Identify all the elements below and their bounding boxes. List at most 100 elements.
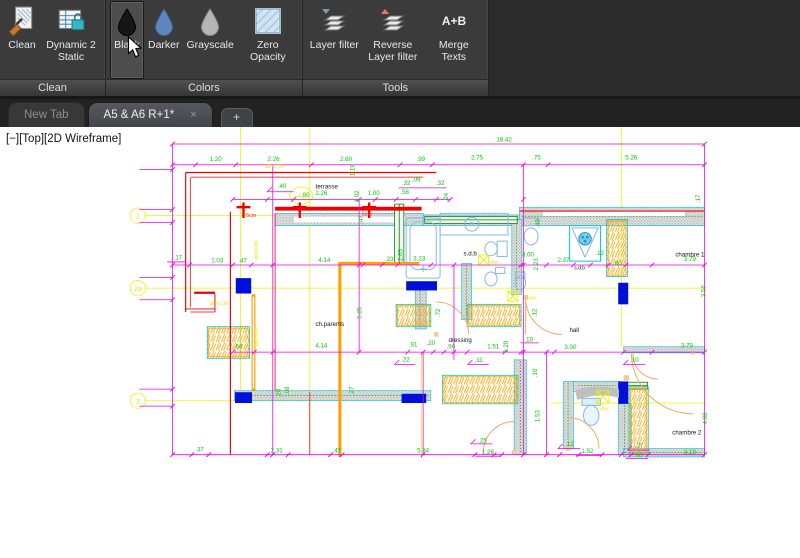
plan-label: 5.05 — [356, 306, 363, 319]
plan-label: .47 — [332, 447, 341, 454]
tab-a5-a6-r-1[interactable]: A5 & A6 R+1* × — [88, 102, 213, 127]
drawing-canvas[interactable]: 18.421.202.262.60.992.75.755.26.40.902.2… — [0, 127, 800, 558]
plan-label: .08 — [284, 386, 291, 395]
plan-label: .24 — [443, 192, 450, 201]
plan-label: terrasse — [316, 184, 339, 191]
plan-label: 2.37 — [557, 257, 570, 264]
plan-label: .27 — [349, 386, 356, 395]
new-tab-button[interactable]: + — [221, 108, 253, 127]
plan-label: chambre 2 — [672, 430, 702, 437]
plan-label: .10 — [524, 336, 533, 343]
toilet-bowl — [485, 242, 497, 256]
plan-label: 1.52 — [581, 448, 594, 455]
ribbon-group-colors: BlackDarkerGrayscaleZero OpacityColors — [106, 0, 303, 96]
plan-label: .60 — [613, 260, 622, 267]
plan-label: .90 — [447, 343, 456, 350]
plan-label: vmc — [527, 296, 537, 302]
plan-label: 1.03 — [211, 258, 224, 265]
plan-label: .27 — [635, 443, 644, 450]
ribbon: CleanDynamic 2 StaticCleanBlackDarkerGra… — [0, 0, 800, 96]
viewport-controls-label[interactable]: [−][Top][2D Wireframe] — [6, 133, 121, 145]
tab-close-icon[interactable]: × — [190, 109, 196, 121]
plan-label: 3 — [136, 399, 140, 406]
tab-new-tab[interactable]: New Tab — [8, 102, 85, 127]
plan-label: .91 — [409, 342, 418, 349]
plan-label: .47 — [238, 258, 247, 265]
ribbon-button-darker[interactable]: Darker — [145, 1, 183, 79]
ribbon-group-buttons: Black Darker GrayscaleZero Opacity — [106, 0, 302, 79]
plan-label: 4.14 — [315, 343, 328, 350]
ribbon-button-clean[interactable]: Clean — [4, 1, 40, 79]
plan-label: 1.19 — [350, 164, 357, 177]
drawing-tab-bar: New Tab A5 & A6 R+1* × + — [0, 99, 800, 127]
ribbon-button-grayscale[interactable]: Grayscale — [184, 1, 237, 79]
ribbon-button-layer-filter[interactable]: Layer filter — [307, 1, 362, 79]
plan-label: 2.26 — [268, 156, 281, 163]
plan-label: .12 — [531, 308, 538, 317]
plan-label: .23 — [385, 256, 394, 263]
plan-label: .28 — [275, 388, 282, 397]
plan-label: 2.26 — [315, 190, 328, 197]
ribbon-button-label: Darker — [148, 39, 180, 51]
plan-label: 3.23 — [413, 255, 426, 262]
plan-label: vmc — [599, 407, 609, 413]
plan-label: 2.75 — [471, 154, 484, 161]
plan-label: 1.51 — [487, 343, 500, 350]
ribbon-button-black[interactable]: Black — [110, 1, 144, 79]
ribbon-button-dynamic-2-static[interactable]: Dynamic 2 Static — [41, 1, 101, 79]
plan-label: s.d.b — [463, 251, 477, 258]
plan-label: 2.29 — [503, 340, 510, 353]
plan-label: 3.56 — [700, 285, 707, 298]
plan-label: .40 — [278, 183, 287, 190]
ribbon-button-reverse-layer-filter[interactable]: Reverse Layer filter — [363, 1, 423, 79]
cad-application-window: { "ribbon": { "groups": [ {"label": "Cle… — [0, 0, 800, 558]
plan-label: .12 — [595, 250, 604, 257]
plan-label: .64 — [234, 343, 243, 350]
plan-label: .17 — [174, 255, 183, 262]
ribbon-button-zero-opacity[interactable]: Zero Opacity — [238, 1, 298, 79]
ribbon-group-buttons: Layer filter Reverse Layer filterA+BMerge… — [303, 0, 488, 79]
plan-label: .25 — [478, 437, 487, 444]
ribbon-group-tools: Layer filter Reverse Layer filterA+BMerge… — [303, 0, 489, 96]
zero-opacity-icon — [253, 5, 283, 37]
plan-label: 4.14 — [318, 257, 331, 264]
plan-label: 4.08 — [702, 412, 709, 425]
plan-label: .32 — [436, 180, 445, 187]
plan-label: 5cm — [362, 212, 373, 218]
wc-bowl — [584, 405, 599, 425]
plan-label: 3.19 — [684, 449, 697, 456]
plan-label: .11 — [475, 357, 484, 364]
ribbon-button-label: Clean — [8, 39, 35, 51]
plan-label: 2a — [134, 286, 142, 293]
ribbon-empty-area — [489, 0, 800, 96]
plan-label: .10 — [532, 368, 539, 377]
plan-label: 3.00 — [522, 252, 535, 259]
ribbon-button-label: Layer filter — [310, 39, 359, 51]
plan-label: .49 — [535, 219, 542, 228]
plan-label: .22 — [401, 356, 410, 363]
floor-plan[interactable]: 18.421.202.262.60.992.75.755.26.40.902.2… — [0, 127, 800, 558]
ribbon-button-merge-texts[interactable]: A+BMerge Texts — [424, 1, 484, 79]
plan-label: 18.42 — [496, 137, 512, 144]
merge-texts-icon: A+B — [438, 5, 470, 37]
plan-label: 2.23 — [533, 258, 540, 271]
wardrobes — [207, 220, 648, 454]
grayscale-droplet-icon — [196, 5, 224, 37]
ribbon-button-label: Dynamic 2 Static — [44, 39, 98, 64]
plan-label: 1.53 — [535, 410, 542, 423]
plan-label: .37 — [195, 447, 204, 454]
ribbon-button-label: Zero Opacity — [241, 39, 295, 64]
plan-label: 1.20 — [210, 156, 223, 163]
toilet-tank — [497, 241, 507, 256]
tab-label: A5 & A6 R+1* — [104, 109, 175, 121]
plan-label: s.d.b — [574, 266, 585, 272]
darker-droplet-icon — [150, 5, 178, 37]
plan-label: .09 — [412, 177, 421, 184]
ribbon-group-clean: CleanDynamic 2 StaticClean — [0, 0, 106, 96]
tab-label: New Tab — [24, 109, 69, 121]
svg-text:A+B: A+B — [442, 14, 467, 28]
plan-label: .20 — [427, 340, 436, 347]
ribbon-group-title-tools: Tools — [303, 79, 488, 96]
plan-label: all=0.00 — [254, 241, 260, 260]
plan-label: 5cm — [246, 213, 257, 219]
